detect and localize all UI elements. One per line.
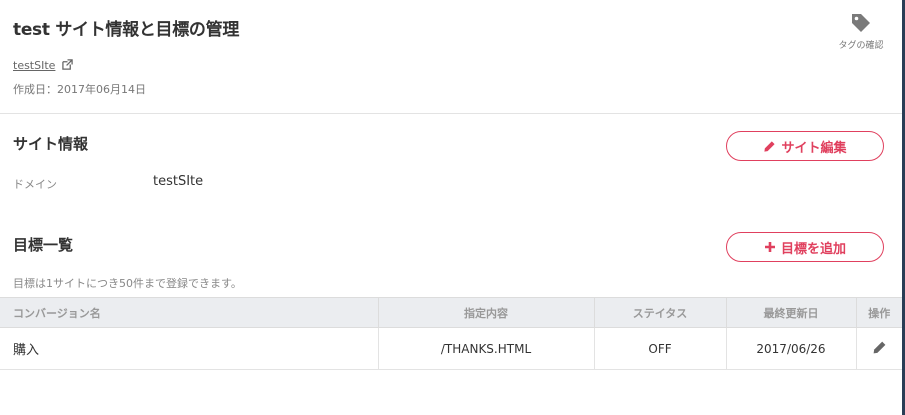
external-link-icon — [62, 59, 73, 70]
column-header-spec: 指定内容 — [378, 297, 595, 328]
site-link[interactable]: testSIte — [13, 59, 73, 72]
column-header-status: ステイタス — [594, 297, 727, 328]
page-header: test サイト情報と目標の管理 testSIte 作成日：2017年06月14… — [0, 0, 902, 114]
domain-value: testSIte — [153, 174, 204, 189]
table-row: 購入 /THANKS.HTML OFF 2017/06/26 — [0, 327, 902, 370]
goal-limit-note: 目標は1サイトにつき50件まで登録できます。 — [13, 277, 242, 290]
created-date: 作成日：2017年06月14日 — [13, 83, 146, 96]
pencil-icon — [873, 341, 886, 353]
page-title: test サイト情報と目標の管理 — [13, 20, 240, 40]
add-goal-button[interactable]: 目標を追加 — [726, 232, 884, 262]
site-edit-label: サイト編集 — [781, 140, 847, 156]
goal-status: OFF — [594, 327, 727, 370]
goal-updated: 2017/06/26 — [726, 327, 857, 370]
site-edit-button[interactable]: サイト編集 — [726, 131, 884, 161]
goal-table: コンバージョン名 指定内容 ステイタス 最終更新日 操作 購入 /THANKS.… — [0, 297, 902, 370]
goals-title: 目標一覧 — [13, 236, 74, 254]
goal-actions-cell — [856, 327, 902, 370]
column-header-conversion-name: コンバージョン名 — [0, 297, 379, 328]
add-goal-label: 目標を追加 — [780, 241, 846, 257]
tag-confirm-label: タグの確認 — [838, 41, 884, 51]
site-info-title: サイト情報 — [13, 135, 89, 153]
edit-goal-button[interactable] — [872, 341, 887, 358]
site-link-text[interactable]: testSIte — [13, 59, 55, 72]
pencil-icon — [764, 140, 776, 152]
tag-confirm-button[interactable]: タグの確認 — [828, 12, 894, 51]
column-header-updated: 最終更新日 — [726, 297, 857, 328]
plus-icon — [764, 242, 775, 252]
goal-table-header: コンバージョン名 指定内容 ステイタス 最終更新日 操作 — [0, 297, 902, 328]
goal-name: 購入 — [0, 327, 379, 370]
goal-spec: /THANKS.HTML — [378, 327, 595, 370]
domain-label: ドメイン — [13, 178, 57, 191]
column-header-actions: 操作 — [856, 297, 902, 328]
tag-icon — [852, 14, 870, 32]
